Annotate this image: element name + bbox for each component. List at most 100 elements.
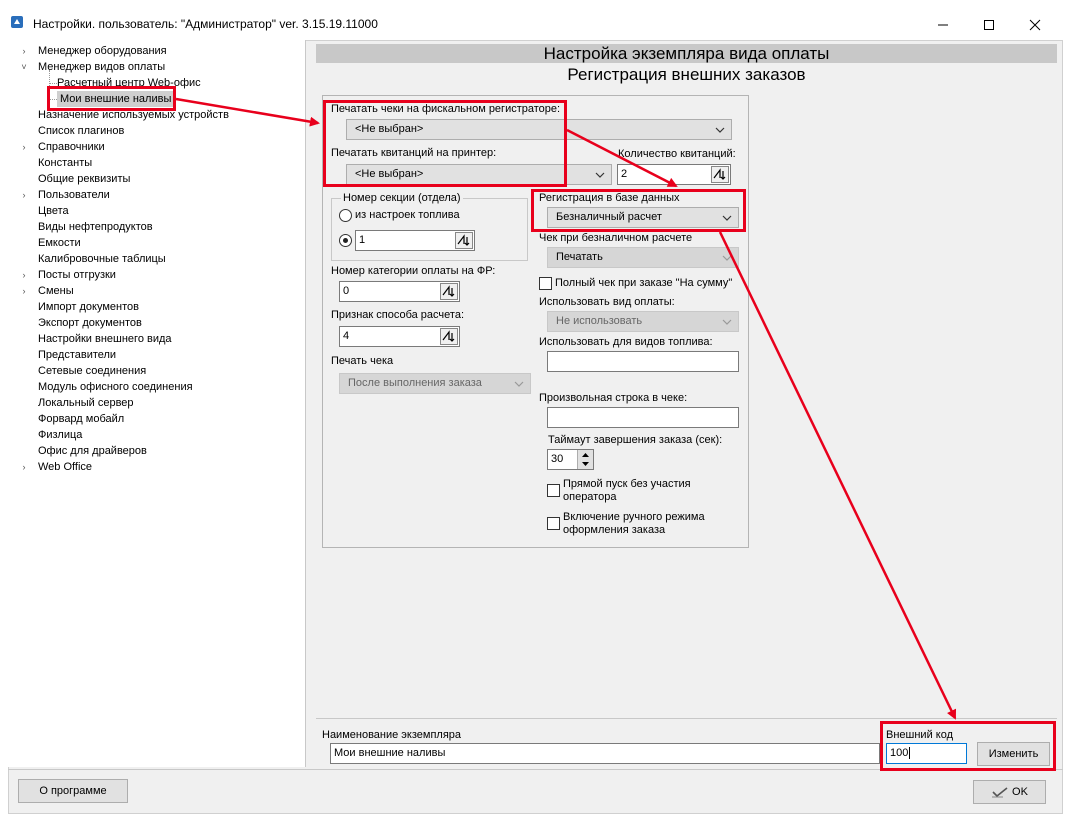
print-check-select[interactable]: После выполнения заказа — [339, 373, 531, 394]
tree-item[interactable]: Константы — [18, 155, 303, 171]
chevron-down-icon[interactable]: ˅ — [18, 59, 30, 75]
pay-method-input[interactable]: 4 — [339, 326, 460, 347]
tree-item[interactable]: Форвард мобайл — [18, 411, 303, 427]
annotation-box-printers — [323, 100, 567, 187]
spin-up-button[interactable] — [578, 450, 593, 459]
tree-item[interactable]: › Пользователи — [18, 187, 303, 203]
section-radio-from-fuel[interactable] — [339, 209, 352, 222]
tree-item[interactable]: Общие реквизиты — [18, 171, 303, 187]
spin-edit-icon[interactable] — [440, 328, 458, 345]
pay-method-value: 4 — [343, 330, 350, 342]
receipts-count-input[interactable]: 2 — [617, 164, 731, 185]
instance-name-input[interactable]: Мои внешние наливы — [330, 743, 880, 764]
minimize-button[interactable] — [921, 10, 965, 40]
use-pay-type-value: Не использовать — [556, 315, 643, 327]
bottom-separator — [316, 718, 1057, 719]
tree-item[interactable]: › Web Office — [18, 459, 303, 475]
section-number-value: 1 — [359, 234, 366, 246]
tree-item[interactable]: Экспорт документов — [18, 315, 303, 331]
instance-name-value: Мои внешние наливы — [334, 747, 446, 759]
checkmark-icon — [992, 787, 1008, 798]
about-button[interactable]: О программе — [18, 779, 128, 803]
maximize-button[interactable] — [967, 10, 1011, 40]
tree-item-label: Список плагинов — [38, 125, 125, 137]
manual-mode-checkbox[interactable] — [547, 517, 560, 530]
tree-item-label: Сетевые соединения — [38, 365, 147, 377]
tree-item[interactable]: › Посты отгрузки — [18, 267, 303, 283]
timeout-spinner[interactable] — [577, 450, 593, 469]
tree-item-label: Менеджер видов оплаты — [38, 61, 166, 73]
tree-item[interactable]: Импорт документов — [18, 299, 303, 315]
tree-item[interactable]: Цвета — [18, 203, 303, 219]
full-check-checkbox[interactable] — [539, 277, 552, 290]
cashless-check-label: Чек при безналичном расчете — [539, 232, 693, 244]
tree-item[interactable]: Модуль офисного соединения — [18, 379, 303, 395]
tree-item-label: Емкости — [38, 237, 81, 249]
annotation-box-ext-code — [880, 721, 1056, 771]
tree-item[interactable]: › Справочники — [18, 139, 303, 155]
page-subtitle: Регистрация внешних заказов — [567, 65, 806, 84]
chevron-down-icon — [715, 127, 725, 133]
chevron-right-icon[interactable]: › — [18, 139, 30, 155]
maximize-icon — [984, 20, 994, 30]
receipts-count-label: Количество квитанций: — [618, 148, 736, 160]
section-number-input[interactable]: 1 — [355, 230, 475, 251]
tree-item-label: Пользователи — [38, 189, 110, 201]
chevron-right-icon[interactable]: › — [18, 267, 30, 283]
cashless-check-select[interactable]: Печатать — [547, 247, 739, 268]
tree-item[interactable]: ˅ Менеджер видов оплаты — [18, 59, 303, 75]
print-check-value: После выполнения заказа — [348, 377, 482, 389]
pay-category-label: Номер категории оплаты на ФР: — [331, 265, 496, 277]
chevron-down-icon — [514, 381, 524, 387]
tree-item-label: Физлица — [38, 429, 83, 441]
chevron-right-icon[interactable]: › — [18, 187, 30, 203]
tree-item[interactable]: Емкости — [18, 235, 303, 251]
use-fuel-input[interactable] — [547, 351, 739, 372]
arrow-up-icon — [582, 452, 589, 457]
tree-item[interactable]: Сетевые соединения — [18, 363, 303, 379]
tree-item[interactable]: › Менеджер оборудования — [18, 43, 303, 59]
section-radio-from-fuel-label: из настроек топлива — [355, 209, 460, 221]
tree-item[interactable]: Виды нефтепродуктов — [18, 219, 303, 235]
tree-item-label: Импорт документов — [38, 301, 139, 313]
tree-item[interactable]: Настройки внешнего вида — [18, 331, 303, 347]
use-pay-type-select[interactable]: Не использовать — [547, 311, 739, 332]
spin-edit-icon[interactable] — [455, 232, 473, 249]
timeout-label: Таймаут завершения заказа (сек): — [548, 434, 723, 446]
chevron-down-icon — [595, 172, 605, 178]
ok-button[interactable]: OK — [973, 780, 1046, 804]
direct-start-label-line1: Прямой пуск без участия — [563, 478, 691, 490]
chevron-right-icon[interactable]: › — [18, 283, 30, 299]
tree-item[interactable]: Офис для драйверов — [18, 443, 303, 459]
tree-item-label: Модуль офисного соединения — [38, 381, 193, 393]
pay-category-input[interactable]: 0 — [339, 281, 460, 302]
chevron-right-icon[interactable]: › — [18, 459, 30, 475]
manual-mode-label-line2: оформления заказа — [563, 524, 666, 536]
tree-item[interactable]: Список плагинов — [18, 123, 303, 139]
annotation-box-db-reg — [531, 189, 746, 232]
tree-item[interactable]: Физлица — [18, 427, 303, 443]
tree-item-label: Смены — [38, 285, 74, 297]
timeout-input[interactable]: 30 — [547, 449, 594, 470]
spin-down-button[interactable] — [578, 459, 593, 468]
ok-button-label: OK — [1012, 786, 1028, 798]
annotation-box-tree — [47, 86, 176, 111]
section-group-label: Номер секции (отдела) — [341, 192, 463, 204]
spin-edit-icon[interactable] — [711, 166, 729, 183]
custom-line-input[interactable] — [547, 407, 739, 428]
chevron-right-icon[interactable]: › — [18, 43, 30, 59]
tree-item[interactable]: Калибровочные таблицы — [18, 251, 303, 267]
tree-item-label: Менеджер оборудования — [38, 45, 167, 57]
spin-edit-icon[interactable] — [440, 283, 458, 300]
pay-method-label: Признак способа расчета: — [331, 309, 464, 321]
tree-item[interactable]: › Смены — [18, 283, 303, 299]
tree-item-label: Виды нефтепродуктов — [38, 221, 153, 233]
full-check-label: Полный чек при заказе "На сумму" — [555, 277, 733, 289]
tree-item[interactable]: Представители — [18, 347, 303, 363]
section-radio-manual[interactable] — [339, 234, 352, 247]
chevron-down-icon — [722, 255, 732, 261]
close-button[interactable] — [1013, 10, 1057, 40]
direct-start-checkbox[interactable] — [547, 484, 560, 497]
tree-item[interactable]: Локальный сервер — [18, 395, 303, 411]
manual-mode-label-line1: Включение ручного режима — [563, 511, 705, 523]
